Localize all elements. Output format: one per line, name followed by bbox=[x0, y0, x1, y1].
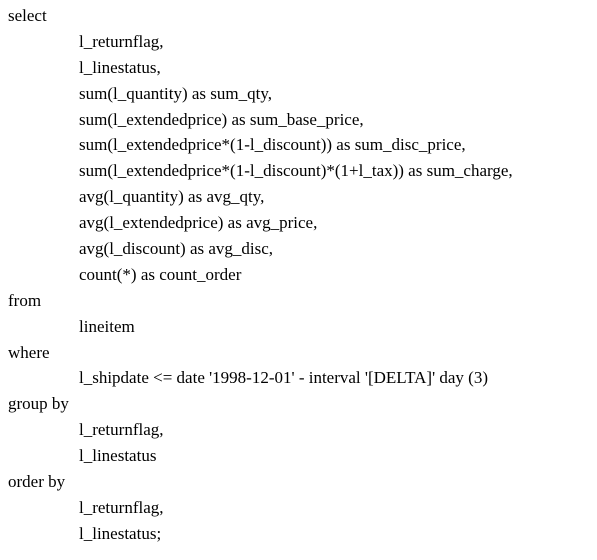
sql-select-column: sum(l_extendedprice*(1-l_discount)*(1+l_… bbox=[79, 161, 513, 181]
sql-keyword-order-by: order by bbox=[8, 472, 66, 492]
sql-select-column: l_linestatus, bbox=[79, 57, 161, 77]
sql-select-column: sum(l_quantity) as sum_qty, bbox=[79, 83, 272, 103]
sql-select-column: sum(l_extendedprice) as sum_base_price, bbox=[79, 109, 364, 129]
sql-order-by-column: l_returnflag, bbox=[79, 497, 164, 517]
sql-group-by-column: l_returnflag, bbox=[79, 420, 164, 440]
sql-keyword-select: select bbox=[8, 6, 47, 25]
sql-keyword-from: from bbox=[8, 290, 42, 310]
sql-select-column: avg(l_quantity) as avg_qty, bbox=[79, 187, 265, 207]
sql-select-column: count(*) as count_order bbox=[79, 264, 242, 284]
sql-group-by-column: l_linestatus bbox=[79, 446, 157, 466]
sql-order-by-column: l_linestatus; bbox=[79, 523, 162, 543]
sql-where-condition: l_shipdate <= date '1998-12-01' - interv… bbox=[79, 368, 488, 388]
sql-select-column: avg(l_extendedprice) as avg_price, bbox=[79, 213, 318, 233]
sql-select-column: l_returnflag, bbox=[79, 31, 164, 51]
sql-keyword-group-by: group by bbox=[8, 394, 69, 414]
sql-query-block: select l_returnflag, l_linestatus, sum(l… bbox=[8, 3, 593, 547]
sql-select-column: sum(l_extendedprice*(1-l_discount)) as s… bbox=[79, 135, 466, 155]
sql-from-table: lineitem bbox=[79, 316, 135, 336]
sql-select-column: avg(l_discount) as avg_disc, bbox=[79, 239, 274, 259]
sql-keyword-where: where bbox=[8, 342, 50, 362]
